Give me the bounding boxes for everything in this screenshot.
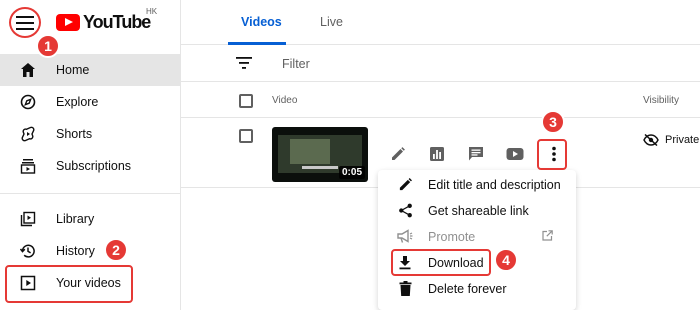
youtube-icon xyxy=(506,148,524,160)
youtube-play-icon xyxy=(56,14,80,31)
sidebar-item-history[interactable]: History xyxy=(0,235,180,267)
menu-item-label: Edit title and description xyxy=(428,177,561,192)
menu-item-label: Get shareable link xyxy=(428,203,529,218)
highlight-download xyxy=(391,249,491,276)
highlight-your-videos xyxy=(5,265,133,303)
megaphone-icon xyxy=(396,228,414,246)
comments-icon xyxy=(469,147,483,161)
highlight-options-button xyxy=(537,139,567,170)
sidebar-item-label: Explore xyxy=(56,95,99,109)
column-header-video: Video xyxy=(272,95,298,106)
tab-live[interactable]: Live xyxy=(320,15,343,29)
video-thumbnail[interactable]: 0:05 xyxy=(272,127,368,182)
menu-item-shareable-link[interactable]: Get shareable link xyxy=(378,198,576,223)
highlight-menu-button xyxy=(9,7,41,38)
shorts-icon xyxy=(18,124,38,144)
sidebar-item-subscriptions[interactable]: Subscriptions xyxy=(0,150,180,182)
thumbnail-caption xyxy=(302,166,338,169)
thumbnail-scene-detail xyxy=(290,139,330,164)
analytics-icon xyxy=(430,147,444,161)
pencil-icon xyxy=(392,147,405,160)
eye-off-icon xyxy=(643,134,659,146)
visibility-label: Private xyxy=(665,134,700,146)
details-button[interactable] xyxy=(387,143,409,165)
sidebar-item-library[interactable]: Library xyxy=(0,203,180,235)
video-duration: 0:05 xyxy=(338,166,365,179)
menu-item-delete-forever[interactable]: Delete forever xyxy=(378,276,576,301)
library-icon xyxy=(18,209,38,229)
menu-item-edit-title[interactable]: Edit title and description xyxy=(378,172,576,197)
analytics-button[interactable] xyxy=(426,143,448,165)
step-badge-2: 2 xyxy=(104,238,128,262)
tab-videos[interactable]: Videos xyxy=(241,15,282,29)
share-icon xyxy=(396,202,414,220)
external-link-icon xyxy=(542,229,553,244)
menu-item-label: Promote xyxy=(428,229,476,244)
step-badge-3: 3 xyxy=(541,110,565,134)
trash-icon xyxy=(396,280,414,298)
sidebar-item-home[interactable]: Home xyxy=(0,54,180,86)
menu-item-promote[interactable]: Promote xyxy=(378,224,576,249)
filter-icon[interactable] xyxy=(236,57,252,72)
pencil-icon xyxy=(396,176,414,194)
logo-text: YouTube xyxy=(83,12,151,32)
sidebar-item-label: Subscriptions xyxy=(56,159,132,173)
step-badge-4: 4 xyxy=(494,248,518,272)
sidebar-divider xyxy=(0,193,180,194)
table-header: Video Visibility xyxy=(181,82,700,118)
visibility-status[interactable]: Private xyxy=(643,134,699,146)
sidebar: YouTube HK Home Explore Shorts Subscript… xyxy=(0,0,180,310)
tab-bar: Videos Live xyxy=(181,0,700,45)
row-checkbox[interactable] xyxy=(239,129,253,143)
select-all-checkbox[interactable] xyxy=(239,94,253,108)
history-icon xyxy=(18,241,38,261)
menu-item-label: Delete forever xyxy=(428,281,507,296)
subscriptions-icon xyxy=(18,156,38,176)
video-options-menu: Edit title and description Get shareable… xyxy=(378,170,576,310)
youtube-logo[interactable]: YouTube HK xyxy=(56,7,157,33)
sidebar-item-label: History xyxy=(56,244,95,258)
filter-input[interactable]: Filter xyxy=(282,57,310,71)
sidebar-item-shorts[interactable]: Shorts xyxy=(0,118,180,150)
sidebar-item-explore[interactable]: Explore xyxy=(0,86,180,118)
comments-button[interactable] xyxy=(465,143,487,165)
home-icon xyxy=(18,60,38,80)
column-header-visibility: Visibility xyxy=(643,95,679,106)
sidebar-item-label: Shorts xyxy=(56,127,93,141)
region-label: HK xyxy=(146,7,158,16)
filter-bar[interactable]: Filter xyxy=(181,45,700,82)
compass-icon xyxy=(18,92,38,112)
sidebar-item-label: Library xyxy=(56,212,95,226)
view-on-youtube-button[interactable] xyxy=(504,143,526,165)
sidebar-item-label: Home xyxy=(56,63,90,77)
step-badge-1: 1 xyxy=(36,34,60,58)
